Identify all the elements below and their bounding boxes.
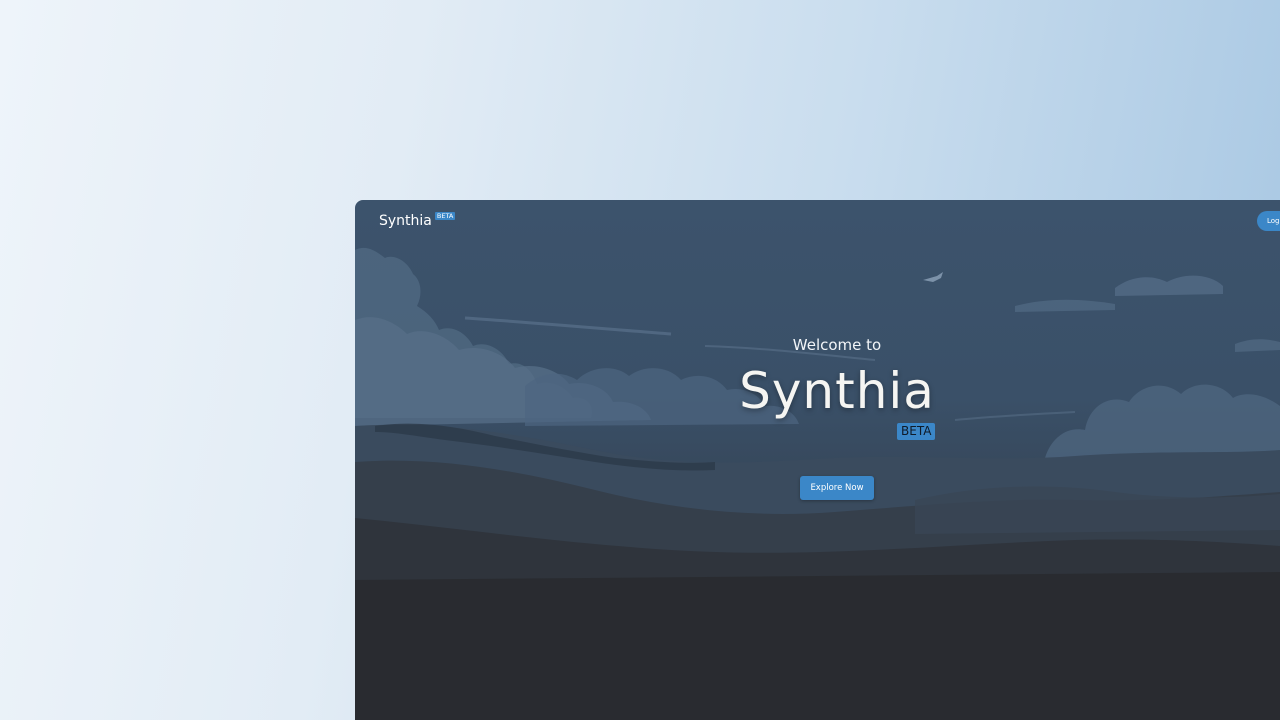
logo-text: Synthia [379,213,432,229]
landscape-background [355,247,1280,720]
app-window: Synthia BETA Log Welcome to Synthia BETA… [355,200,1280,720]
explore-now-button[interactable]: Explore Now [800,476,874,500]
login-button[interactable]: Log [1257,211,1280,231]
ground-shade [355,572,1280,720]
cloud-right-top [1115,275,1223,296]
hero-welcome-text: Welcome to [792,336,882,354]
cloud-right-thin [1015,299,1115,312]
logo-beta-badge: BETA [434,212,456,220]
bird-icon [923,272,943,282]
cloud-streak-1 [464,316,672,336]
site-logo[interactable]: Synthia BETA [379,212,456,229]
hero-beta-badge: BETA [897,423,936,440]
hero-title: Synthia [739,362,935,420]
